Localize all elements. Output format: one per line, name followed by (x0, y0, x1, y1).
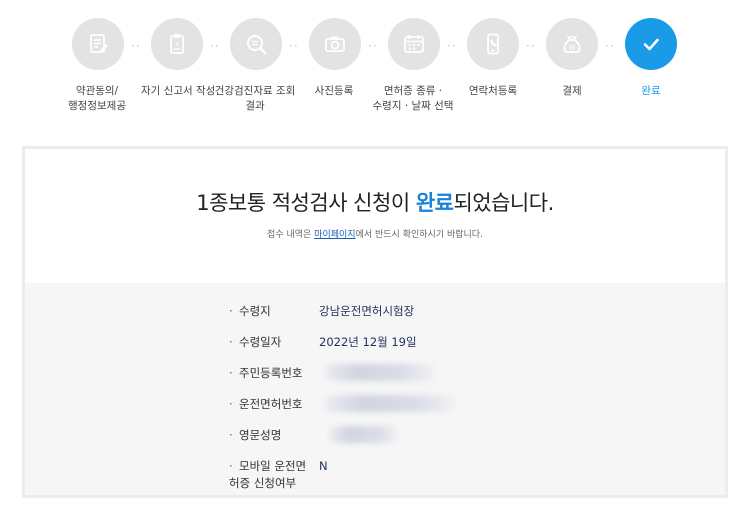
step-license-select (382, 16, 442, 70)
step-self-report: A (145, 16, 205, 70)
svg-text:W: W (569, 44, 576, 52)
step-connector: ·· (289, 39, 299, 53)
step-connector: ·· (210, 39, 220, 53)
step-health-check (224, 16, 284, 70)
pickup-location-value: 강남운전면허시험장 (319, 304, 415, 318)
info-row-english-name: · 영문성명 (229, 426, 549, 443)
step-label-self-report: 자기 신고서 작성 (141, 85, 216, 97)
camera-icon (309, 18, 361, 70)
completion-headline: 1종보통 적성검사 신청이 완료되었습니다. (196, 191, 554, 215)
step-complete (619, 16, 679, 70)
step-label-payment: 결제 (562, 85, 582, 97)
info-row-resident-number: · 주민등록번호 (229, 364, 549, 381)
step-label-complete: 완료 (641, 85, 661, 97)
step-label-contact: 연락처등록 (468, 85, 518, 97)
check-icon (625, 18, 677, 70)
step-connector: ·· (526, 39, 536, 53)
form-icon: A (151, 18, 203, 70)
step-photo (303, 16, 363, 70)
step-contact (461, 16, 521, 70)
step-payment: W (540, 16, 600, 70)
application-summary: · 수령지 강남운전면허시험장 · 수령일자 2022년 12월 19일 · 주민등록… (25, 283, 725, 495)
step-terms (66, 16, 126, 70)
completion-subline: 접수 내역은 마이페이지에서 반드시 확인하시기 바랍니다. (267, 230, 483, 240)
step-label-terms: 약관동의/ 행정정보제공 (68, 85, 126, 112)
search-icon (230, 18, 282, 70)
redacted-value (325, 364, 435, 381)
mypage-link[interactable]: 마이페이지 (314, 230, 355, 240)
info-row-license-number: · 운전면허번호 (229, 395, 549, 412)
step-label-license-select: 면허증 종류 · 수령지 · 날짜 선택 (372, 85, 454, 112)
progress-stepper: ·· A ·· ·· ·· ·· ·· W ·· 약관동의/ 행정정보제공 자기… (0, 0, 743, 130)
step-connector: ·· (447, 39, 457, 53)
svg-text:A: A (175, 41, 180, 48)
mobile-license-value: N (319, 459, 328, 473)
redacted-value (329, 426, 399, 443)
info-row-pickup-location: · 수령지 강남운전면허시험장 (229, 304, 415, 318)
step-connector: ·· (131, 39, 141, 53)
step-connector: ·· (368, 39, 378, 53)
completion-card: 1종보통 적성검사 신청이 완료되었습니다. 접수 내역은 마이페이지에서 반드… (22, 146, 728, 498)
redacted-value (325, 395, 455, 412)
phone-icon (467, 18, 519, 70)
step-label-photo: 사진등록 (314, 85, 354, 97)
document-icon (72, 18, 124, 70)
info-row-pickup-date: · 수령일자 2022년 12월 19일 (229, 335, 417, 349)
completion-message-area: 1종보통 적성검사 신청이 완료되었습니다. 접수 내역은 마이페이지에서 반드… (25, 149, 725, 283)
step-connector: ·· (605, 39, 615, 53)
calendar-icon (388, 18, 440, 70)
won-bag-icon: W (546, 18, 598, 70)
step-label-health-check: 건강검진자료 조회 결과 (214, 85, 296, 112)
pickup-date-value: 2022년 12월 19일 (319, 335, 417, 349)
info-row-mobile-license: · 모바일 운전면 허증 신청여부 N (229, 459, 328, 490)
